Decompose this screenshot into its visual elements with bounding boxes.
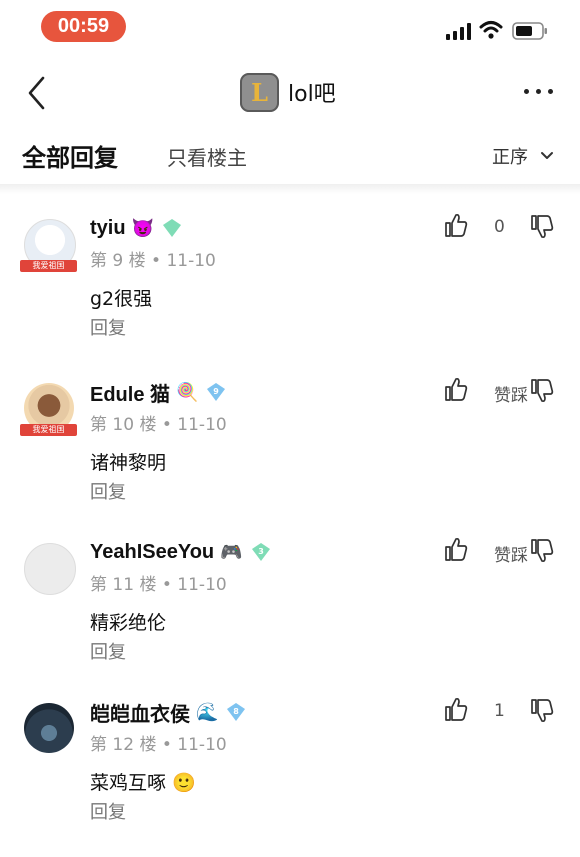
reply-content: 精彩绝伦 <box>90 612 167 634</box>
floor-number: 第 11 楼 <box>90 575 157 595</box>
username[interactable]: YeahISeeYou 🎮 3 <box>90 537 271 567</box>
nav-bar: L lol吧 <box>0 60 580 126</box>
forum-logo: L <box>240 72 279 112</box>
reply-meta: 第 10 楼 • 11-10 <box>90 415 227 435</box>
floor-number: 第 12 楼 <box>90 735 157 755</box>
reply-date: 11-10 <box>177 575 227 595</box>
thumbs-down-icon[interactable] <box>530 538 554 564</box>
reply-tabs: 全部回复 只看楼主 正序 <box>0 128 580 184</box>
thumbs-up-icon[interactable] <box>444 376 468 402</box>
username-text: Edule 猫 <box>90 383 171 406</box>
chevron-left-icon[interactable] <box>24 74 50 112</box>
level-gem-icon: 9 <box>207 383 226 401</box>
avatar[interactable] <box>24 703 74 753</box>
status-time: 00:59 <box>41 11 126 42</box>
level-number: 9 <box>214 387 220 396</box>
avatar[interactable] <box>24 543 76 595</box>
thumbs-down-icon[interactable] <box>530 214 554 240</box>
reply-date: 11-10 <box>166 251 216 271</box>
reply-item: 我爱祖国 Edule 猫 🍭 9 第 10 楼 • 11-10 诸神黎明 回复 … <box>0 377 580 537</box>
status-bar: 00:59 <box>0 0 580 56</box>
reply-button[interactable]: 回复 <box>90 478 126 504</box>
forum-name: lol吧 <box>288 82 336 107</box>
section-divider <box>0 184 580 194</box>
thumbs-up-icon[interactable] <box>444 536 468 562</box>
reply-item: YeahISeeYou 🎮 3 第 11 楼 • 11-10 精彩绝伦 回复 赞… <box>0 537 580 697</box>
level-number: 8 <box>234 707 240 716</box>
reply-button[interactable]: 回复 <box>90 638 126 664</box>
like-count: 赞踩 <box>494 546 528 566</box>
level-gem-icon: 8 <box>227 703 246 721</box>
reply-content: 诸神黎明 <box>90 452 167 474</box>
reply-date: 11-10 <box>177 735 227 755</box>
level-gem-icon <box>162 219 181 237</box>
tab-all-replies[interactable]: 全部回复 <box>22 138 118 173</box>
like-count: 0 <box>494 217 505 237</box>
reply-meta: 第 12 楼 • 11-10 <box>90 735 227 755</box>
battery-icon <box>512 22 547 40</box>
thumbs-down-icon[interactable] <box>530 378 554 404</box>
username[interactable]: Edule 猫 🍭 9 <box>90 377 226 407</box>
thumbs-up-icon[interactable] <box>444 212 468 238</box>
floor-number: 第 10 楼 <box>90 415 157 435</box>
username-emoji: 🎮 <box>220 541 243 562</box>
thumbs-down-icon[interactable] <box>530 698 554 724</box>
tab-op-only[interactable]: 只看楼主 <box>167 142 247 171</box>
wifi-icon <box>479 21 503 39</box>
sort-dropdown[interactable]: 正序 <box>492 143 554 169</box>
level-number: 3 <box>258 547 264 556</box>
reply-meta: 第 11 楼 • 11-10 <box>90 575 227 595</box>
username-emoji: 🌊 <box>196 701 219 722</box>
reply-meta: 第 9 楼 • 11-10 <box>90 251 216 271</box>
forum-logo-letter: L <box>251 77 268 107</box>
reply-date: 11-10 <box>177 415 227 435</box>
username[interactable]: 皑皑血衣侯 🌊 8 <box>90 697 246 727</box>
reply-button[interactable]: 回复 <box>90 798 126 824</box>
chevron-down-icon <box>541 152 553 159</box>
thumbs-up-icon[interactable] <box>444 696 468 722</box>
avatar-badge: 我爱祖国 <box>20 260 77 272</box>
level-gem-icon: 3 <box>251 543 270 561</box>
like-count: 1 <box>494 701 505 721</box>
reply-button[interactable]: 回复 <box>90 314 126 340</box>
reply-item: 我爱祖国 tyiu 😈 第 9 楼 • 11-10 g2很强 回复 0 <box>0 213 580 373</box>
avatar-badge: 我爱祖国 <box>20 424 77 436</box>
floor-number: 第 9 楼 <box>90 251 146 271</box>
username[interactable]: tyiu 😈 <box>90 213 182 243</box>
reply-item: 皑皑血衣侯 🌊 8 第 12 楼 • 11-10 菜鸡互啄 🙂 回复 1 <box>0 697 580 857</box>
sort-label: 正序 <box>492 147 528 168</box>
username-text: YeahISeeYou <box>90 540 215 563</box>
username-emoji: 🍭 <box>176 381 199 402</box>
username-text: 皑皑血衣侯 <box>90 703 190 726</box>
forum-title[interactable]: L lol吧 <box>240 72 336 112</box>
username-text: tyiu <box>90 216 126 239</box>
reply-content: g2很强 <box>90 288 153 310</box>
cellular-signal-icon <box>446 23 471 40</box>
like-count: 赞踩 <box>494 386 528 406</box>
more-dots-icon[interactable] <box>524 89 554 97</box>
username-emoji: 😈 <box>131 217 154 238</box>
reply-content: 菜鸡互啄 🙂 <box>90 772 196 794</box>
